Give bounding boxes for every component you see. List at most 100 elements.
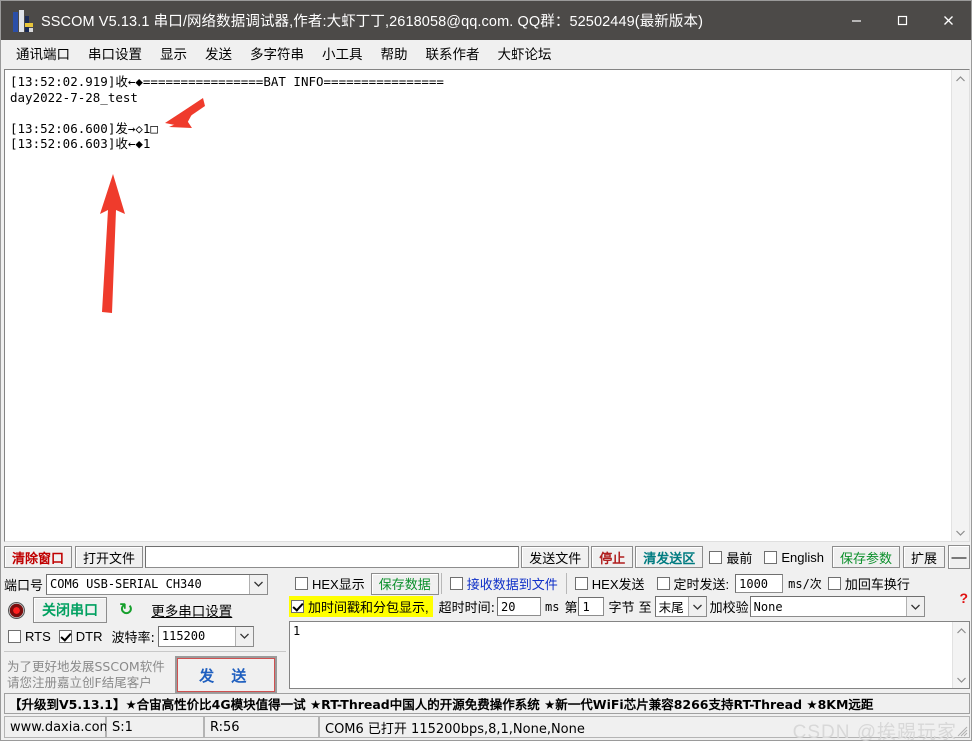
port-label: 端口号 [4,578,44,594]
checksum-select[interactable]: None [749,596,925,617]
promo-banner[interactable]: 【升级到V5.13.1】★合宙高性价比4G模块值得一试 ★RT-Thread中国… [4,693,970,714]
divider [565,573,567,594]
baud-select[interactable]: 115200 [157,625,254,647]
port-row: 端口号 COM6 USB-SERIAL CH340 [4,572,286,596]
timed-send-checkbox[interactable]: 定时发送: [651,574,736,593]
file-path-input[interactable] [145,546,520,568]
english-checkbox-box[interactable] [764,550,778,564]
menu-item-serial-settings[interactable]: 串口设置 [79,41,151,65]
rts-checkbox[interactable]: RTS [4,629,57,644]
menu-item-tools[interactable]: 小工具 [313,41,372,65]
timestamp-checkbox[interactable]: 加时间戳和分包显示, [289,596,433,617]
help-icon[interactable]: ? [959,590,968,606]
timestamp-label: 加时间戳和分包显示, [308,600,429,615]
send-button[interactable]: 发 送 [174,656,277,694]
minimize-icon [851,20,861,22]
topmost-label: 最前 [726,550,753,566]
maximize-button[interactable] [879,1,925,40]
menu-bar: 通讯端口 串口设置 显示 发送 多字符串 小工具 帮助 联系作者 大虾论坛 [1,40,971,66]
ms-per-unit-label: ms/次 [788,577,822,591]
rts-label: RTS [25,628,51,644]
scroll-up-icon[interactable] [953,622,970,639]
maximize-icon [897,15,907,26]
promo-line-1: 为了更好地发展SSCOM软件 [7,659,165,674]
serial-settings-panel: 端口号 COM6 USB-SERIAL CH340 关闭串口 ↻ 更多串口设置 … [4,572,286,694]
open-file-button[interactable]: 打开文件 [75,546,144,568]
hex-send-checkbox-box[interactable] [574,577,588,590]
menu-item-display[interactable]: 显示 [151,41,196,65]
hex-display-checkbox[interactable]: HEX显示 [289,574,371,593]
options-panel: HEX显示 保存数据 接收数据到文件 HEX发送 定时发送: 1000 ms/次… [289,572,970,620]
port-select[interactable]: COM6 USB-SERIAL CH340 [46,573,269,595]
english-checkbox[interactable]: English [758,550,830,565]
menu-item-comm-port[interactable]: 通讯端口 [7,41,79,65]
dtr-checkbox-box[interactable] [58,629,72,643]
close-port-button[interactable]: 关闭串口 [33,597,107,623]
promo-text: 为了更好地发展SSCOM软件 请您注册嘉立创F结尾客户 [4,659,165,691]
collapse-button[interactable]: — [948,545,970,569]
chevron-down-icon[interactable] [905,597,924,616]
ms-unit-label: ms [545,599,560,614]
chevron-down-icon[interactable] [234,626,253,646]
menu-item-multistring[interactable]: 多字符串 [241,41,313,65]
more-serial-settings-link[interactable]: 更多串口设置 [151,600,232,620]
scroll-down-icon[interactable] [952,524,969,541]
save-params-button[interactable]: 保存参数 [831,546,900,568]
timestamp-checkbox-box[interactable] [291,600,304,613]
scroll-down-icon[interactable] [953,671,970,688]
send-area-scrollbar[interactable] [952,622,969,688]
rts-checkbox-box[interactable] [8,629,21,643]
topmost-checkbox-box[interactable] [709,550,723,564]
extend-button[interactable]: 扩展 [902,546,945,568]
byte-range-value: 末尾 [658,600,684,615]
send-area[interactable]: 1 [289,621,970,689]
hex-display-checkbox-box[interactable] [295,577,308,590]
topmost-checkbox[interactable]: 最前 [703,548,758,567]
chevron-down-icon[interactable] [687,597,706,616]
status-received-count: R:56 [204,716,319,738]
close-icon [943,16,953,25]
sscom-window: SSCOM V5.13.1 串口/网络数据调试器,作者:大虾丁丁,2618058… [0,0,972,743]
clear-window-button[interactable]: 清除窗口 [4,546,73,568]
chevron-down-icon[interactable] [249,574,268,594]
send-area-text: 1 [293,624,301,638]
receive-text-viewport: [13:52:02.919]收←◆================BAT INF… [5,70,951,541]
timeout-input[interactable]: 20 [497,597,542,616]
recv-to-file-checkbox-box[interactable] [449,577,463,590]
refresh-ports-icon[interactable]: ↻ [115,600,137,620]
crlf-checkbox[interactable]: 加回车换行 [822,574,916,593]
options-row-1: HEX显示 保存数据 接收数据到文件 HEX发送 定时发送: 1000 ms/次… [289,572,970,595]
baud-select-value: 115200 [161,629,206,643]
resize-grip-icon[interactable] [956,725,968,737]
app-icon [13,9,33,32]
clear-send-area-button[interactable]: 清发送区 [635,546,704,568]
options-row-2: 加时间戳和分包显示, 超时时间: 20 ms 第 1 字节 至 末尾 加校验 N… [289,595,970,618]
dtr-checkbox[interactable]: DTR [57,629,109,644]
hex-send-checkbox[interactable]: HEX发送 [569,574,651,593]
byte-to-label: 字节 至 [608,601,652,616]
byte-from-input[interactable]: 1 [578,597,605,616]
crlf-label: 加回车换行 [844,577,910,592]
receive-area[interactable]: [13:52:02.919]收←◆================BAT INF… [4,69,970,542]
recv-to-file-checkbox[interactable]: 接收数据到文件 [444,574,564,593]
minimize-button[interactable] [833,1,879,40]
close-button[interactable] [925,1,971,40]
save-data-button[interactable]: 保存数据 [370,572,439,595]
timed-send-checkbox-box[interactable] [656,577,670,590]
byte-range-select[interactable]: 末尾 [654,596,707,617]
stop-button[interactable]: 停止 [591,546,634,568]
scroll-up-icon[interactable] [952,70,969,87]
receive-scrollbar[interactable] [951,70,969,541]
status-website: www.daxia.com [4,716,112,738]
menu-item-contact[interactable]: 联系作者 [417,41,489,65]
menu-item-forum[interactable]: 大虾论坛 [489,41,561,65]
crlf-checkbox-box[interactable] [827,577,841,590]
menu-item-help[interactable]: 帮助 [372,41,417,65]
checksum-value: None [753,599,783,614]
flow-control-row: RTS DTR 波特率: 115200 [4,624,286,648]
port-status-led-icon [8,601,25,619]
timed-send-interval-input[interactable]: 1000 [735,574,784,593]
send-file-button[interactable]: 发送文件 [521,546,590,568]
menu-item-send[interactable]: 发送 [196,41,241,65]
action-toolbar: 清除窗口 打开文件 发送文件 停止 清发送区 最前 English 保存参数 扩… [4,544,970,570]
